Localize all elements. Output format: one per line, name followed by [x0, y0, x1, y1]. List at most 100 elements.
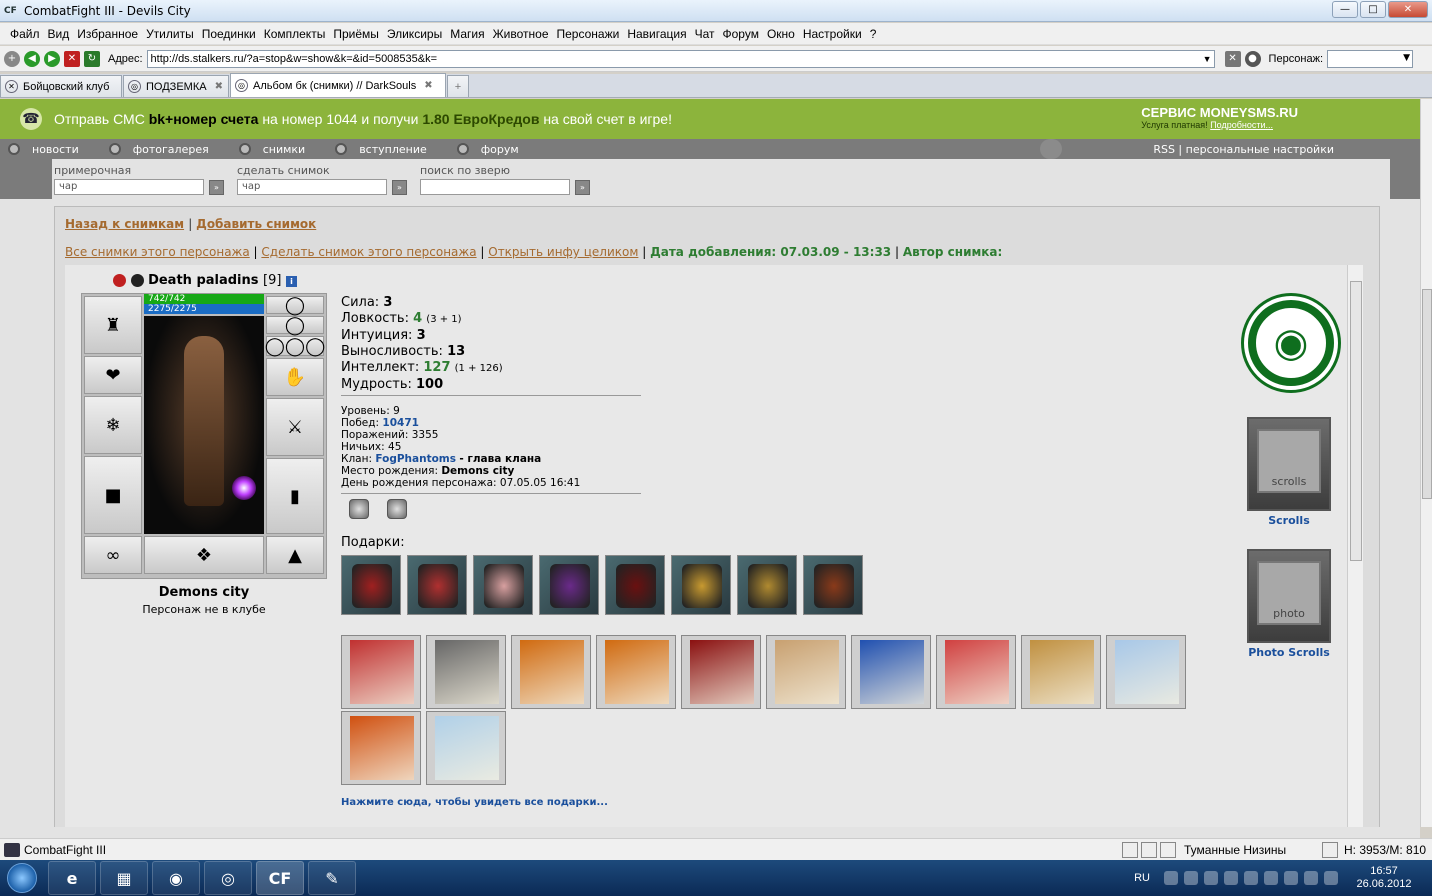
- page-scrollbar[interactable]: [1420, 99, 1432, 827]
- search-input[interactable]: чар: [237, 179, 387, 195]
- photo-scrolls-banner[interactable]: photo Photo Scrolls: [1239, 549, 1339, 659]
- chevron-down-icon[interactable]: ▼: [1203, 51, 1212, 67]
- nav-join[interactable]: вступление: [335, 143, 427, 156]
- gift-chocolate-icon[interactable]: [539, 555, 599, 615]
- card-balloons-icon[interactable]: [1021, 635, 1101, 709]
- card-white-icon[interactable]: [766, 635, 846, 709]
- gift-book-icon[interactable]: [341, 555, 401, 615]
- boots-slot[interactable]: ▲: [266, 536, 324, 574]
- close-button[interactable]: ✕: [1388, 1, 1428, 18]
- network-icon[interactable]: [1304, 871, 1318, 885]
- go-button[interactable]: »: [575, 180, 590, 195]
- clan-link[interactable]: FogPhantoms: [375, 453, 456, 465]
- service-details-link[interactable]: Подробности...: [1210, 120, 1273, 130]
- shield-taskbar-icon[interactable]: ◉: [152, 861, 200, 895]
- pin-icon[interactable]: +: [4, 50, 20, 67]
- go-button[interactable]: »: [392, 180, 407, 195]
- back-to-shots-link[interactable]: Назад к снимкам: [65, 217, 184, 231]
- sms-banner[interactable]: ☎ Отправь СМС bk+номер счета на номер 10…: [0, 99, 1420, 139]
- tray-app-icon[interactable]: [1284, 871, 1298, 885]
- card-february-icon[interactable]: [341, 635, 421, 709]
- nav-shots[interactable]: снимки: [238, 143, 305, 156]
- menu-item[interactable]: Поединки: [202, 27, 256, 41]
- menu-item[interactable]: Комплекты: [264, 27, 326, 41]
- tab-close-icon[interactable]: ✖: [215, 81, 223, 92]
- ring-slot[interactable]: ◯: [266, 295, 324, 316]
- explorer-taskbar-icon[interactable]: ▦: [100, 861, 148, 895]
- gift-pig-icon[interactable]: [473, 555, 533, 615]
- menu-item[interactable]: Форум: [723, 27, 759, 41]
- persona-select[interactable]: ▼: [1327, 49, 1414, 68]
- clear-icon[interactable]: ✕: [1224, 50, 1241, 67]
- inner-scrollbar[interactable]: [1347, 265, 1363, 827]
- clock[interactable]: 16:57 26.06.2012: [1348, 865, 1420, 891]
- refresh-icon[interactable]: ↻: [84, 50, 100, 67]
- refresh-icon[interactable]: [1322, 842, 1338, 858]
- shield-badge-icon[interactable]: [349, 499, 369, 519]
- menu-item[interactable]: ?: [870, 27, 877, 41]
- start-button[interactable]: [0, 860, 44, 896]
- make-shot-link[interactable]: Сделать снимок этого персонажа: [261, 245, 476, 259]
- tray-app-icon[interactable]: [1264, 871, 1278, 885]
- tab-close-icon[interactable]: ✖: [424, 80, 432, 91]
- menu-item[interactable]: Эликсиры: [387, 27, 442, 41]
- stop-icon[interactable]: ✕: [64, 50, 80, 67]
- card-2008-snow-icon[interactable]: [426, 711, 506, 785]
- ie-taskbar-icon[interactable]: e: [48, 861, 96, 895]
- card-2007-icon[interactable]: [936, 635, 1016, 709]
- volume-icon[interactable]: [1324, 871, 1338, 885]
- gloves-slot[interactable]: ✋: [266, 358, 324, 396]
- tray-app-icon[interactable]: [1224, 871, 1238, 885]
- add-shot-link[interactable]: Добавить снимок: [196, 217, 316, 231]
- gift-mug-icon[interactable]: [803, 555, 863, 615]
- new-tab-button[interactable]: +: [447, 75, 469, 97]
- swirl-badge-icon[interactable]: [387, 499, 407, 519]
- back-icon[interactable]: ◀: [24, 50, 40, 67]
- menu-item[interactable]: Навигация: [627, 27, 686, 41]
- search-input[interactable]: чар: [54, 179, 204, 195]
- nav-rss-settings[interactable]: RSS | персональные настройки: [1153, 143, 1334, 156]
- clan-icon[interactable]: [130, 274, 144, 287]
- earrings-slot[interactable]: ❤: [84, 356, 142, 394]
- forward-icon[interactable]: ▶: [44, 50, 60, 67]
- scroll-thumb[interactable]: [1350, 281, 1362, 561]
- gift-santa-icon[interactable]: [407, 555, 467, 615]
- flag-icon[interactable]: [1244, 871, 1258, 885]
- weapon-slot[interactable]: ⚔: [266, 398, 324, 456]
- gift-statue-icon[interactable]: [605, 555, 665, 615]
- armor-slot[interactable]: ■: [84, 456, 142, 534]
- info-icon[interactable]: i: [285, 276, 297, 287]
- menu-item[interactable]: Животное: [493, 27, 549, 41]
- card-2008-fire-icon[interactable]: [341, 711, 421, 785]
- menu-item[interactable]: Утилиты: [146, 27, 194, 41]
- menu-item[interactable]: Чат: [695, 27, 715, 41]
- card-may9-icon[interactable]: [681, 635, 761, 709]
- tray-app-icon[interactable]: [1184, 871, 1198, 885]
- tab-fight-club[interactable]: ✕ Бойцовский клуб: [0, 75, 122, 97]
- tray-app-icon[interactable]: [1204, 871, 1218, 885]
- minimize-button[interactable]: —: [1332, 1, 1358, 18]
- doc-icon[interactable]: [1141, 842, 1157, 858]
- rings-slot[interactable]: ◯◯◯: [265, 336, 325, 357]
- nav-news[interactable]: новости: [8, 143, 79, 156]
- go-button[interactable]: »: [209, 180, 224, 195]
- menu-item[interactable]: Окно: [767, 27, 795, 41]
- address-input[interactable]: http://ds.stalkers.ru/?a=stop&w=show&k=&…: [146, 49, 1215, 68]
- gift-medal-icon[interactable]: [671, 555, 731, 615]
- legs-slot[interactable]: ▮: [266, 458, 324, 534]
- gift-necklace-icon[interactable]: [737, 555, 797, 615]
- card-fire-1-icon[interactable]: [511, 635, 591, 709]
- card-fire-2-icon[interactable]: [596, 635, 676, 709]
- scroll-thumb[interactable]: [1422, 289, 1432, 499]
- menu-item[interactable]: Приёмы: [333, 27, 379, 41]
- language-indicator[interactable]: RU: [1134, 872, 1150, 884]
- card-blue-tree-icon[interactable]: [851, 635, 931, 709]
- menu-item[interactable]: Файл: [10, 27, 40, 41]
- people-icon[interactable]: ●: [1244, 50, 1261, 67]
- belt-slot[interactable]: ∞: [84, 536, 142, 574]
- search-input[interactable]: [420, 179, 570, 195]
- card-2008-icon[interactable]: [1106, 635, 1186, 709]
- menu-item[interactable]: Вид: [48, 27, 70, 41]
- chrome-taskbar-icon[interactable]: ◎: [204, 861, 252, 895]
- tab-podzemka[interactable]: ◎ ПОДЗЕМКА ✖: [123, 75, 229, 97]
